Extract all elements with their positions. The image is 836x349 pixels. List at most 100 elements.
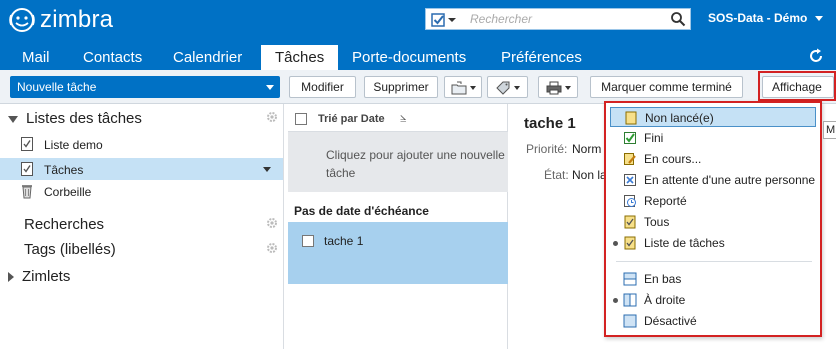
radio-selected-icon [613, 241, 618, 246]
menu-item-label: Reporté [644, 194, 687, 208]
sidebar-item-label: Liste demo [44, 138, 103, 152]
list-header: Trié par Date ⦥ [288, 104, 508, 132]
task-lists-header-label: Listes des tâches [26, 110, 142, 127]
printer-icon [546, 81, 561, 95]
chevron-down-icon [564, 85, 571, 90]
pane-bottom-icon [623, 272, 637, 286]
sidebar-item-liste-demo[interactable]: Liste demo [0, 133, 283, 155]
chevron-down-icon [815, 15, 824, 21]
searches-header[interactable]: Recherches [24, 216, 104, 233]
sort-by-date[interactable]: Trié par Date [318, 113, 385, 125]
not-started-icon [625, 111, 637, 125]
tag-icon [496, 81, 510, 95]
sidebar: Listes des tâches Liste demo Tâches Corb… [0, 104, 284, 349]
new-task-button[interactable]: Nouvelle tâche [10, 76, 280, 98]
zimbra-logo[interactable]: zimbra [8, 6, 113, 34]
search-scope-selector[interactable] [431, 12, 461, 28]
move-folder-icon [451, 81, 466, 95]
zimbra-face-icon [9, 8, 35, 32]
tab-preferences[interactable]: Préférences [501, 48, 582, 70]
task-lists-header[interactable]: Listes des tâches [8, 110, 142, 127]
chevron-down-icon[interactable] [266, 85, 274, 90]
menu-item-in-progress[interactable]: En cours... [610, 149, 816, 169]
tooltip: M [823, 121, 836, 139]
menu-item-label: Non lancé(e) [645, 111, 714, 125]
group-header-no-due-date: Pas de date d'échéance [294, 204, 429, 218]
modify-button[interactable]: Modifier [289, 76, 356, 98]
gear-icon[interactable] [266, 217, 278, 229]
zimlets-header[interactable]: Zimlets [8, 268, 70, 285]
pane-off-icon [623, 314, 637, 328]
menu-item-pane-right[interactable]: À droite [610, 290, 816, 310]
search-box [425, 8, 691, 30]
refresh-icon[interactable] [807, 47, 825, 65]
view-menu: Non lancé(e) Fini En cours... En attente… [604, 101, 822, 337]
tab-tasks[interactable]: Tâches [261, 45, 339, 70]
task-list-icon [624, 236, 636, 250]
menu-separator [616, 261, 812, 262]
view-button-highlight [758, 71, 836, 101]
chevron-down-icon [514, 85, 520, 90]
tags-header[interactable]: Tags (libellés) [24, 241, 116, 258]
status-value: Non la [572, 168, 607, 182]
menu-item-done[interactable]: Fini [610, 128, 816, 148]
add-task-hint[interactable]: Cliquez pour ajouter une nouvelle tâche [288, 132, 508, 192]
print-button[interactable] [538, 76, 578, 98]
search-icon[interactable] [670, 11, 686, 27]
priority-value: Norm [572, 142, 602, 156]
task-title: tache 1 [324, 234, 364, 248]
menu-item-label: Désactivé [644, 314, 697, 328]
task-checkbox[interactable] [302, 235, 314, 247]
toolbar: Nouvelle tâche Modifier Supprimer Marque… [0, 70, 836, 104]
trash-icon [22, 185, 32, 199]
menu-item-label: Tous [644, 215, 670, 229]
menu-item-task-list[interactable]: Liste de tâches [610, 233, 816, 253]
all-icon [624, 215, 636, 229]
task-checkbox-icon [431, 13, 445, 27]
deferred-icon [624, 195, 636, 207]
new-task-label: Nouvelle tâche [17, 80, 97, 94]
chevron-down-icon [469, 85, 476, 90]
sort-arrow-icon[interactable]: ⦥ [400, 111, 406, 124]
tab-calendar[interactable]: Calendrier [173, 48, 242, 70]
menu-item-deferred[interactable]: Reporté [610, 191, 816, 211]
select-all-checkbox[interactable] [295, 113, 307, 125]
menu-item-not-started[interactable]: Non lancé(e) [610, 107, 816, 127]
tag-button[interactable] [487, 76, 528, 98]
gear-icon[interactable] [266, 242, 278, 254]
menu-item-pane-bottom[interactable]: En bas [610, 269, 816, 289]
logo-text: zimbra [40, 6, 114, 33]
menu-item-label: Fini [644, 131, 664, 145]
sidebar-item-label: Corbeille [44, 185, 92, 199]
menu-item-label: En bas [644, 272, 682, 286]
menu-item-all[interactable]: Tous [610, 212, 816, 232]
add-task-hint-text: Cliquez pour ajouter une nouvelle tâche [326, 148, 505, 180]
table-row[interactable]: tache 1 [288, 222, 508, 284]
tab-briefcase[interactable]: Porte-documents [352, 48, 466, 70]
collapse-icon[interactable] [8, 115, 18, 123]
top-bar: zimbra SOS-Data - Démo [0, 0, 836, 42]
status-label: État: [544, 168, 569, 182]
in-progress-icon [624, 153, 636, 165]
menu-item-waiting[interactable]: En attente d'une autre personne [610, 170, 816, 190]
gear-icon[interactable] [266, 111, 278, 123]
delete-button[interactable]: Supprimer [364, 76, 438, 98]
chevron-down-icon[interactable] [263, 167, 271, 172]
sidebar-item-taches[interactable]: Tâches [0, 158, 283, 180]
sidebar-item-corbeille[interactable]: Corbeille [0, 180, 283, 202]
tab-mail[interactable]: Mail [22, 48, 50, 70]
task-list-pane: Trié par Date ⦥ Cliquez pour ajouter une… [288, 104, 508, 349]
done-icon [624, 132, 636, 144]
search-input[interactable] [470, 11, 660, 27]
mark-done-button[interactable]: Marquer comme terminé [590, 76, 743, 98]
menu-item-pane-off[interactable]: Désactivé [610, 311, 816, 331]
menu-item-label: En attente d'une autre personne [644, 173, 816, 187]
user-menu[interactable]: SOS-Data - Démo [708, 11, 824, 25]
zimlets-header-label: Zimlets [22, 268, 71, 285]
sidebar-item-label: Tâches [44, 163, 84, 177]
tab-contacts[interactable]: Contacts [83, 48, 142, 70]
move-button[interactable] [444, 76, 482, 98]
task-detail-title: tache 1 [524, 115, 576, 132]
pane-right-icon [623, 293, 637, 307]
expand-icon[interactable] [8, 272, 14, 283]
